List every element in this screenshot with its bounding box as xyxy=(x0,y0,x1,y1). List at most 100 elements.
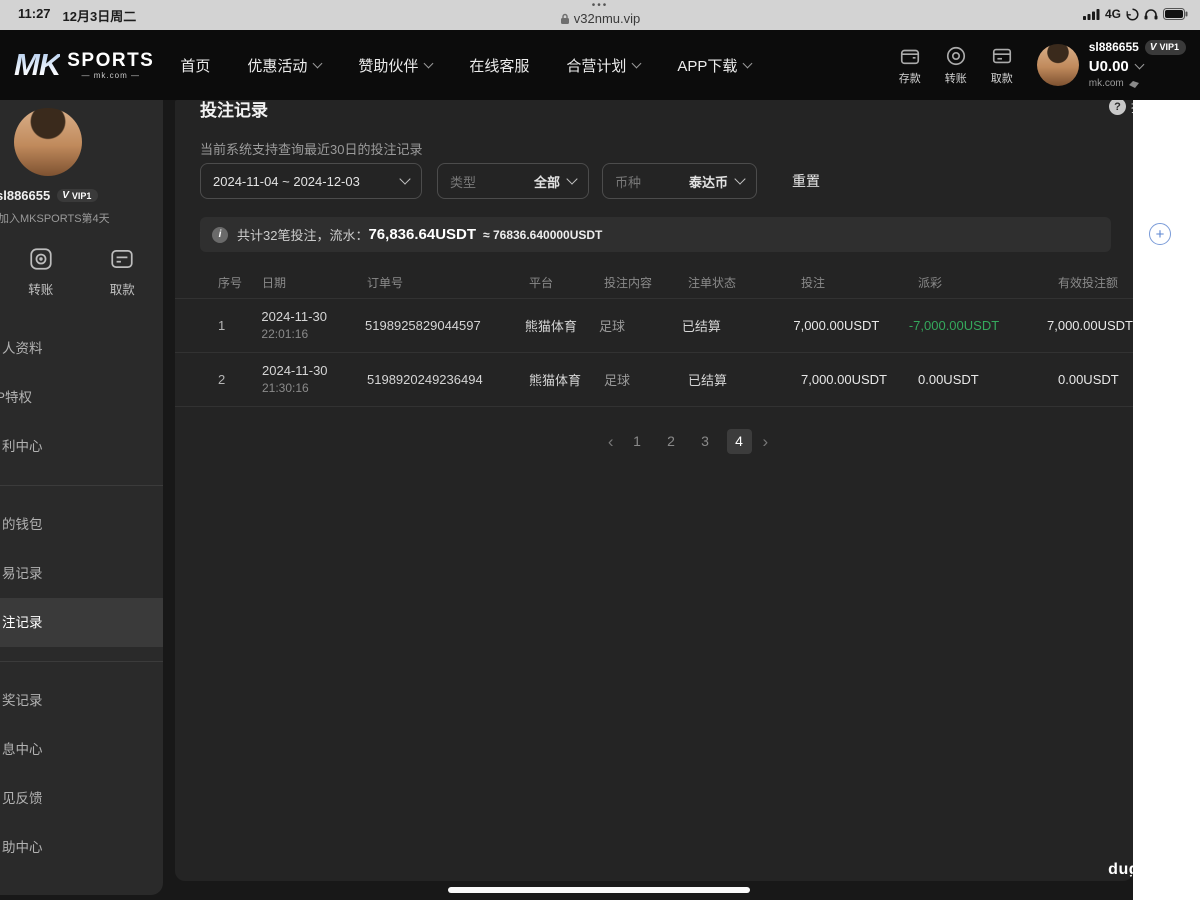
reset-button[interactable]: 重置 xyxy=(792,171,820,191)
info-icon: i xyxy=(212,226,228,243)
sidebar-item-benefit-center[interactable]: 利中心 xyxy=(0,422,163,471)
betting-records-panel: 投注记录 ? 投 当前系统支持查询最近30日的投注记录 2024-11-04 ~… xyxy=(175,100,1133,881)
page-button-3[interactable]: 3 xyxy=(693,429,718,454)
col-header: 投注内容 xyxy=(604,276,653,290)
help-icon: ? xyxy=(1109,100,1126,115)
cell-bet-amount: 7,000.00USDT xyxy=(801,372,887,387)
menu-group-misc: 奖记录 息中心 见反馈 助中心 xyxy=(0,661,163,886)
nav-item-promotions[interactable]: 优惠活动 xyxy=(247,55,323,76)
wallet-icon xyxy=(900,49,919,64)
sidebar-menu: 人资料 P特权 利中心 的钱包 易记录 注记录 奖记录 息中心 见反馈 助中心 xyxy=(0,310,163,886)
sidebar-item-betting-records[interactable]: 注记录 xyxy=(0,598,163,647)
vip-v-icon: V xyxy=(62,190,69,201)
rotation-lock-icon xyxy=(1126,7,1139,21)
sidebar: sl886655 V VIP1 加入MKSPORTS第4天 转账 取款 人资料 P… xyxy=(0,100,163,895)
nav-item-home[interactable]: 首页 xyxy=(180,55,210,76)
navbar: MK SPORTS — mk.com — 首页 优惠活动 赞助伙伴 在线客服 合… xyxy=(0,30,1200,100)
sidebar-item-help-center[interactable]: 助中心 xyxy=(0,823,163,872)
watermark-text: dug xyxy=(1108,861,1133,878)
deposit-button[interactable]: 存款 xyxy=(887,45,933,86)
nav-item-support[interactable]: 在线客服 xyxy=(469,55,529,76)
home-indicator[interactable] xyxy=(448,887,750,893)
address-bar[interactable]: v32nmu.vip xyxy=(560,11,640,27)
withdraw-button[interactable]: 取款 xyxy=(979,45,1025,86)
summary-bar: i 共计32笔投注，流水： 76,836.64USDT ≈ 76836.6400… xyxy=(200,217,1111,252)
col-header: 平台 xyxy=(529,276,554,290)
chevron-down-icon xyxy=(399,173,411,185)
logo[interactable]: MK SPORTS — mk.com — xyxy=(14,47,154,83)
page-subtitle: 当前系统支持查询最近30日的投注记录 xyxy=(200,142,423,157)
sidebar-item-vip-privilege[interactable]: P特权 xyxy=(0,373,163,422)
balance-dropdown[interactable]: U0.00 xyxy=(1089,57,1186,77)
currency-select[interactable]: 币种 泰达币 xyxy=(602,163,757,199)
tab-overflow-dots[interactable]: ••• xyxy=(592,1,609,11)
chevron-down-icon xyxy=(566,173,578,185)
summary-amount: 76,836.64USDT xyxy=(368,226,477,243)
main-nav: 首页 优惠活动 赞助伙伴 在线客服 合营计划 APP下载 xyxy=(180,55,753,76)
menu-group-wallet: 的钱包 易记录 注记录 xyxy=(0,485,163,661)
logo-domain-text: — mk.com — xyxy=(81,70,140,80)
sidebar-withdraw-button[interactable]: 取款 xyxy=(82,246,164,298)
sidebar-item-transaction-records[interactable]: 易记录 xyxy=(0,549,163,598)
cell-status: 已结算 xyxy=(681,319,721,334)
nav-item-sponsors[interactable]: 赞助伙伴 xyxy=(358,55,434,76)
add-floating-button[interactable]: + xyxy=(1149,223,1171,245)
sidebar-transfer-button[interactable]: 转账 xyxy=(0,246,82,298)
avatar[interactable] xyxy=(1036,44,1079,86)
col-header: 投注 xyxy=(801,276,826,290)
headphones-icon xyxy=(1144,9,1158,20)
site-flag-icon xyxy=(1128,80,1139,88)
cell-platform: 熊猫体育 xyxy=(524,319,577,334)
table-row[interactable]: 1 2024-11-30 22:01:16 5198925829044597 熊… xyxy=(175,298,1133,352)
col-header: 派彩 xyxy=(918,276,943,290)
vip-badge: V VIP1 xyxy=(57,189,99,202)
chevron-down-icon xyxy=(742,58,753,69)
profile-avatar xyxy=(14,108,82,176)
logo-sports-text: SPORTS xyxy=(67,49,155,71)
summary-approx: ≈ 76836.640000USDT xyxy=(483,227,603,242)
vip-badge[interactable]: V VIP1 xyxy=(1144,40,1186,56)
nav-item-affiliate[interactable]: 合营计划 xyxy=(566,55,642,76)
cell-valid-bet: 0.00USDT xyxy=(1058,372,1119,387)
col-header: 注单状态 xyxy=(688,276,737,290)
coin-icon xyxy=(946,46,965,65)
col-header: 日期 xyxy=(262,276,287,290)
type-select[interactable]: 类型 全部 xyxy=(437,163,589,199)
sidebar-item-winning-records[interactable]: 奖记录 xyxy=(0,676,163,725)
chevron-down-icon xyxy=(734,173,746,185)
cell-index: 1 xyxy=(218,318,226,333)
cell-order-number: 5198925829044597 xyxy=(365,318,481,333)
page-button-4[interactable]: 4 xyxy=(726,429,752,454)
cell-payout: 0.00USDT xyxy=(918,372,979,387)
chevron-down-icon xyxy=(631,58,642,69)
table-row[interactable]: 2 2024-11-30 21:30:16 5198920249236494 熊… xyxy=(175,352,1133,407)
next-page-button[interactable]: › xyxy=(761,432,771,452)
bank-card-icon xyxy=(992,48,1011,63)
cell-date: 2024-11-30 22:01:16 xyxy=(261,309,327,341)
betting-rules-link[interactable]: ? 投 xyxy=(1109,100,1133,116)
nav-item-app-download[interactable]: APP下载 xyxy=(677,55,753,76)
cell-index: 2 xyxy=(218,372,226,387)
network-type: 4G xyxy=(1104,7,1121,21)
col-header: 订单号 xyxy=(367,276,404,290)
cell-bet-content: 足球 xyxy=(604,373,631,388)
prev-page-button[interactable]: ‹ xyxy=(606,432,616,452)
sidebar-item-feedback[interactable]: 见反馈 xyxy=(0,774,163,823)
logo-mk-text: MK xyxy=(14,47,61,82)
date-range-picker[interactable]: 2024-11-04 ~ 2024-12-03 xyxy=(200,163,422,199)
signal-icon xyxy=(1082,8,1100,20)
records-table: 序号 日期 订单号 平台 投注内容 注单状态 投注 派彩 有效投注额 1 202… xyxy=(175,267,1133,407)
sidebar-item-profile[interactable]: 人资料 xyxy=(0,324,163,373)
page-button-2[interactable]: 2 xyxy=(659,429,684,454)
lock-icon xyxy=(560,13,569,24)
cell-bet-amount: 7,000.00USDT xyxy=(793,318,880,333)
chevron-down-icon xyxy=(312,58,323,69)
sidebar-item-message-center[interactable]: 息中心 xyxy=(0,725,163,774)
filter-bar: 2024-11-04 ~ 2024-12-03 类型 全部 币种 泰达币 重置 xyxy=(200,163,820,199)
page-button-1[interactable]: 1 xyxy=(625,429,650,454)
transfer-button[interactable]: 转账 xyxy=(933,45,979,86)
cell-payout: -7,000.00USDT xyxy=(908,318,1000,333)
table-header-row: 序号 日期 订单号 平台 投注内容 注单状态 投注 派彩 有效投注额 xyxy=(175,267,1133,298)
cell-status: 已结算 xyxy=(688,373,728,388)
sidebar-item-wallet[interactable]: 的钱包 xyxy=(0,500,163,549)
